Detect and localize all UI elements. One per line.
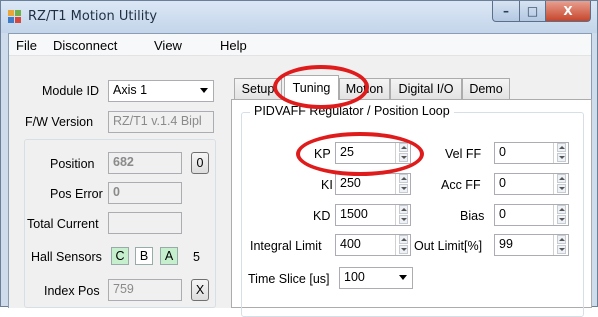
hall-count: 5	[193, 250, 200, 264]
menu-bar: File Disconnect View Help	[9, 34, 591, 56]
menu-disconnect[interactable]: Disconnect	[53, 38, 117, 53]
total-current-label: Total Current	[27, 217, 99, 231]
chevron-down-icon	[399, 275, 407, 280]
spinner-arrows-icon[interactable]	[395, 174, 410, 194]
tab-digital-io[interactable]: Digital I/O	[390, 78, 462, 99]
ki-label: KI	[321, 178, 333, 192]
integral-limit-spinner[interactable]: 400	[335, 234, 411, 256]
spinner-arrows-icon[interactable]	[553, 143, 568, 163]
module-id-label: Module ID	[42, 84, 99, 98]
chevron-down-icon	[200, 88, 208, 93]
acc-ff-label: Acc FF	[441, 178, 481, 192]
spinner-arrows-icon[interactable]	[553, 174, 568, 194]
pidvaff-group-title: PIDVAFF Regulator / Position Loop	[250, 104, 454, 118]
hall-sensors-label: Hall Sensors	[31, 250, 102, 264]
menu-view[interactable]: View	[154, 38, 182, 53]
kd-spinner[interactable]: 1500	[335, 204, 411, 226]
time-slice-label: Time Slice [us]	[248, 272, 330, 286]
integral-limit-label: Integral Limit	[250, 239, 322, 253]
out-limit-label: Out Limit[%]	[414, 239, 483, 253]
tab-motion[interactable]: Motion	[339, 78, 390, 99]
spinner-arrows-icon[interactable]	[395, 143, 410, 163]
integral-limit-value: 400	[340, 237, 361, 251]
kp-label: KP	[314, 147, 331, 161]
window-title: RZ/T1 Motion Utility	[28, 9, 158, 24]
vel-ff-label: Vel FF	[445, 147, 482, 161]
app-icon	[8, 10, 22, 24]
total-current-field	[108, 212, 182, 234]
vel-ff-value: 0	[499, 145, 506, 159]
hall-sensor-a: A	[160, 247, 178, 265]
bias-value: 0	[499, 207, 506, 221]
acc-ff-spinner[interactable]: 0	[494, 173, 569, 195]
position-label: Position	[50, 157, 95, 171]
fw-version-label: F/W Version	[25, 115, 94, 129]
pos-error-label: Pos Error	[50, 187, 103, 201]
ki-value: 250	[340, 176, 361, 190]
title-bar[interactable]: RZ/T1 Motion Utility – □ X	[1, 1, 597, 33]
kd-label: KD	[313, 209, 331, 223]
minimize-button[interactable]: –	[492, 1, 520, 22]
time-slice-select[interactable]: 100	[339, 267, 413, 289]
fw-version-field: RZ/T1 v.1.4 Bipl	[108, 111, 214, 133]
vel-ff-spinner[interactable]: 0	[494, 142, 569, 164]
tab-tuning[interactable]: Tuning	[284, 75, 339, 100]
index-pos-field: 759	[108, 279, 182, 301]
bias-label: Bias	[460, 209, 485, 223]
spinner-arrows-icon[interactable]	[553, 235, 568, 255]
hall-sensor-b: B	[135, 247, 153, 265]
hall-sensor-c: C	[111, 247, 129, 265]
out-limit-value: 99	[499, 237, 513, 251]
time-slice-value: 100	[344, 270, 365, 284]
module-id-select[interactable]: Axis 1	[108, 80, 214, 102]
out-limit-spinner[interactable]: 99	[494, 234, 569, 256]
tab-demo[interactable]: Demo	[462, 78, 510, 99]
module-id-value: Axis 1	[113, 83, 148, 97]
app-window: RZ/T1 Motion Utility – □ X File Disconne…	[0, 0, 598, 317]
position-field: 682	[108, 152, 182, 174]
position-reset-button[interactable]: 0	[191, 152, 209, 174]
index-pos-label: Index Pos	[44, 284, 100, 298]
tab-setup[interactable]: Setup	[234, 78, 282, 99]
close-button[interactable]: X	[545, 1, 591, 22]
pos-error-field: 0	[108, 182, 182, 204]
index-clear-button[interactable]: X	[191, 279, 209, 301]
ki-spinner[interactable]: 250	[335, 173, 411, 195]
kd-value: 1500	[340, 207, 368, 221]
kp-value: 25	[340, 145, 354, 159]
acc-ff-value: 0	[499, 176, 506, 190]
spinner-arrows-icon[interactable]	[395, 235, 410, 255]
spinner-arrows-icon[interactable]	[395, 205, 410, 225]
bias-spinner[interactable]: 0	[494, 204, 569, 226]
maximize-button[interactable]: □	[519, 1, 546, 22]
spinner-arrows-icon[interactable]	[553, 205, 568, 225]
kp-spinner[interactable]: 25	[335, 142, 411, 164]
menu-help[interactable]: Help	[220, 38, 247, 53]
menu-file[interactable]: File	[16, 38, 37, 53]
